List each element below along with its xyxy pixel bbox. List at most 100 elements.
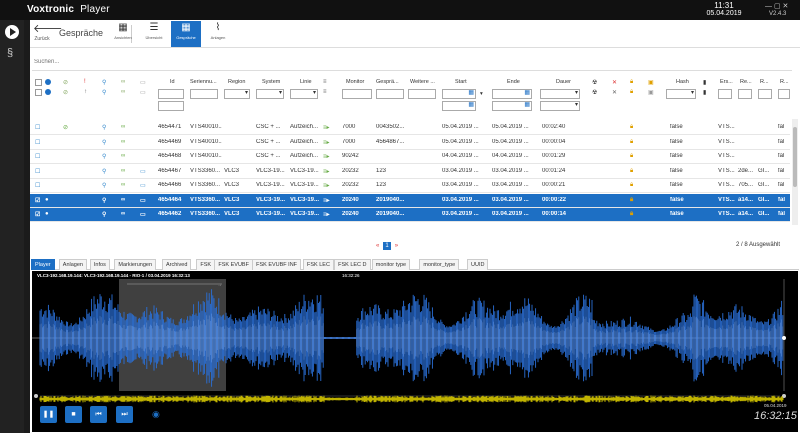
next-page-button[interactable]: » (395, 243, 398, 249)
filter-end-to[interactable] (492, 101, 532, 111)
pause-button[interactable]: ❚❚ (40, 406, 57, 423)
settings-icon[interactable] (45, 89, 51, 95)
tab-fsk[interactable]: FSK (196, 259, 216, 270)
tab-uuid[interactable]: UUID (467, 259, 489, 270)
date-range-dropdown-icon[interactable]: ▾ (480, 91, 483, 97)
col-ers[interactable]: Ers... (720, 79, 733, 85)
tab-archived[interactable]: Archived (162, 259, 192, 270)
filter-hash[interactable] (666, 89, 696, 99)
col-monitor[interactable]: Monitor (346, 79, 364, 85)
columns-icon-2[interactable]: ≡ (323, 89, 327, 95)
waveform[interactable]: → (32, 271, 798, 432)
row-checkbox[interactable]: ☐ (35, 168, 40, 175)
back-button[interactable]: 🡐 Zurück (33, 23, 63, 42)
filter-region[interactable] (224, 89, 250, 99)
location-icon[interactable]: ⚲ (102, 79, 106, 86)
col-region[interactable]: Region (228, 79, 245, 85)
tab-infos[interactable]: Infos (89, 259, 110, 270)
filter-start-from[interactable] (442, 89, 476, 99)
stop-button[interactable]: ■ (65, 406, 82, 423)
select-all-checkbox[interactable] (35, 79, 42, 86)
row-checkbox[interactable]: ☐ (35, 139, 40, 146)
close-icon[interactable]: ✕ (612, 79, 617, 86)
link-icon[interactable]: ∞ (121, 79, 125, 85)
col-id[interactable]: Id (170, 79, 175, 85)
col-re[interactable]: Re... (740, 79, 752, 85)
filter-id-2[interactable] (158, 101, 184, 111)
filter-ers[interactable] (718, 89, 732, 99)
link-icon-2[interactable]: ∞ (121, 89, 125, 95)
archive-icon[interactable]: ▣ (648, 79, 654, 86)
filter-duration-2[interactable] (540, 101, 580, 111)
filter-more[interactable] (408, 89, 436, 99)
col-duration[interactable]: Dauer (556, 79, 571, 85)
row-checkbox[interactable]: ☑ (35, 211, 40, 218)
col-r2[interactable]: R... (780, 79, 789, 85)
info-icon[interactable] (45, 79, 51, 85)
filter-start-to[interactable] (442, 101, 476, 111)
table-row[interactable]: ☐ ⊘ ⚲ ∞ ≡▸ 🔒︎ 4654471 VTS40010... CSC + ... Aufze… (30, 121, 790, 135)
views-button[interactable]: ▦ Ansichten (108, 21, 138, 47)
attachments-button[interactable]: ⌇ Anlagen (203, 21, 233, 47)
scrollbar-thumb[interactable] (793, 127, 797, 187)
columns-icon[interactable]: ≡ (323, 79, 327, 85)
cross-icon[interactable]: ✕ (612, 89, 617, 96)
col-r1[interactable]: R... (760, 79, 769, 85)
tag-icon[interactable]: ⊘ (63, 79, 68, 86)
phone-icon[interactable]: ▮ (703, 79, 706, 86)
previous-button[interactable]: ⏮︎ (90, 406, 107, 423)
archive-icon-2[interactable]: ▣ (648, 89, 654, 96)
paragraph-nav-icon[interactable]: § (7, 47, 13, 59)
player-nav-icon[interactable] (5, 25, 19, 39)
col-more[interactable]: Weitere ... (410, 79, 435, 85)
filter-id[interactable] (158, 89, 184, 99)
filter-call[interactable] (376, 89, 404, 99)
document-icon[interactable]: ▭ (140, 79, 146, 86)
lock-icon-2[interactable]: 🔒︎ (630, 89, 633, 96)
col-call[interactable]: Gesprä... (376, 79, 399, 85)
tab-markierungen[interactable]: Markierungen (114, 259, 157, 270)
tab-fsk-evubf[interactable]: FSK EVUBF (214, 259, 253, 270)
tab-monitor-type[interactable]: monitor_type (419, 259, 460, 270)
radiation-icon-2[interactable]: ☢ (592, 89, 597, 96)
tag-icon-2[interactable]: ⊘ (63, 89, 68, 96)
tab-player[interactable]: Player (31, 259, 55, 270)
row-checkbox[interactable]: ☐ (35, 153, 40, 160)
filter-duration[interactable] (540, 89, 580, 99)
col-linie[interactable]: Linie (300, 79, 312, 85)
filter-end-from[interactable] (492, 89, 532, 99)
col-system[interactable]: System (262, 79, 280, 85)
table-row[interactable]: ☐ ⚲ ∞ ≡▸ 🔒︎ 4654469 VTS40010... CSC + ... Aufzei… (30, 136, 790, 150)
arrow-up-icon[interactable]: ↑ (84, 89, 87, 95)
col-hash[interactable]: Hash (676, 79, 689, 85)
tab-monitor-type[interactable]: monitor type (371, 259, 411, 270)
overview-button[interactable]: ☰ Übersicht (139, 21, 169, 47)
page-number[interactable]: 1 (383, 242, 392, 250)
filter-system[interactable] (256, 89, 284, 99)
phone-icon-2[interactable]: ▮ (703, 89, 706, 96)
filter-r2[interactable] (778, 89, 790, 99)
filter-serial[interactable] (190, 89, 218, 99)
filter-re[interactable] (738, 89, 752, 99)
table-row[interactable]: ☑ ⚲ ∞ ▭ ≡▸ 🔒︎ ● 4654462 VTS3360... VLC3 VLC3-19...… (30, 208, 790, 222)
row-checkbox[interactable]: ☑ (35, 197, 40, 204)
volume-icon[interactable]: ◉ (152, 409, 160, 420)
window-controls[interactable]: — ▢ ✕ (765, 2, 788, 10)
search-input[interactable] (34, 59, 334, 65)
calls-button[interactable]: ▦ Gespräche (171, 21, 201, 47)
table-scrollbar[interactable] (792, 119, 798, 225)
tab-fsk-lec-d[interactable]: FSK LEC D (334, 259, 371, 270)
radiation-icon[interactable]: ☢ (592, 79, 597, 86)
table-row[interactable]: ☐ ⚲ ∞ ≡▸ 🔒︎ 4654468 VTS40010... CSC + ... Aufzei… (30, 150, 790, 164)
document-icon-2[interactable]: ▭ (140, 89, 146, 96)
filter-r1[interactable] (758, 89, 772, 99)
table-row[interactable]: ☐ ⚲ ∞ ▭ ≡▸ 🔒︎ 4654466 VTS3360... VLC3 VLC3-19... V… (30, 179, 790, 193)
select-all-checkbox-2[interactable] (35, 89, 42, 96)
filter-linie[interactable] (290, 89, 318, 99)
tab-anlagen[interactable]: Anlagen (58, 259, 87, 270)
next-button[interactable]: ⏭︎ (116, 406, 133, 423)
filter-monitor[interactable] (342, 89, 372, 99)
lock-icon[interactable]: 🔒︎ (630, 79, 633, 86)
col-serial[interactable]: Seriennu... (190, 79, 217, 85)
table-row[interactable]: ☐ ⚲ ∞ ▭ ≡▸ 🔒︎ 4654467 VTS3360... VLC3 VLC3-19... V… (30, 165, 790, 179)
